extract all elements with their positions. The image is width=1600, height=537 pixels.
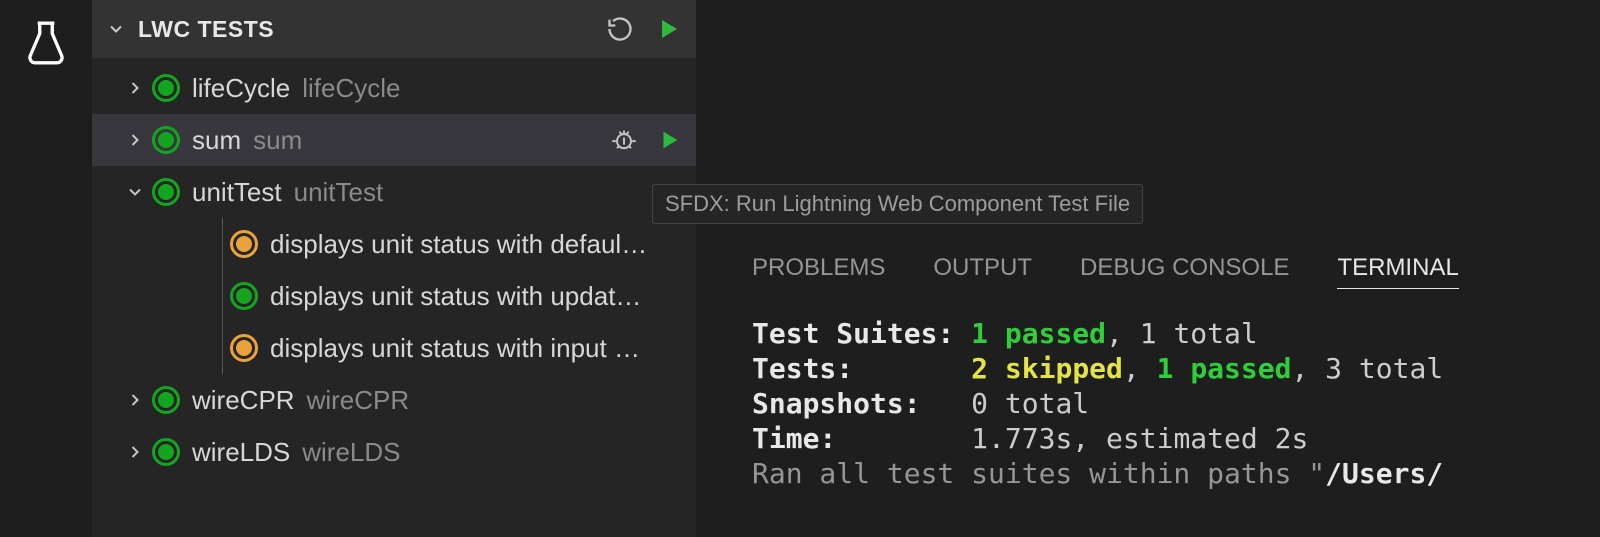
test-sublabel: sum bbox=[253, 125, 302, 156]
status-green-icon bbox=[152, 126, 180, 154]
refresh-icon[interactable] bbox=[606, 15, 634, 43]
test-sublabel: wireCPR bbox=[307, 385, 410, 416]
terminal-output[interactable]: Test Suites: 1 passed, 1 total Tests: 2 … bbox=[696, 296, 1600, 499]
test-item[interactable]: lifeCycle lifeCycle bbox=[92, 62, 696, 114]
test-item[interactable]: displays unit status with updat… bbox=[92, 270, 696, 322]
status-green-icon bbox=[152, 178, 180, 206]
run-test-icon[interactable] bbox=[658, 129, 680, 151]
panel-tab-terminal[interactable]: TERMINAL bbox=[1337, 254, 1458, 289]
test-label: sum bbox=[192, 125, 241, 156]
chevron-right-icon[interactable] bbox=[120, 130, 150, 150]
chevron-right-icon[interactable] bbox=[120, 78, 150, 98]
activity-bar bbox=[0, 0, 92, 537]
panel-tabs: PROBLEMS OUTPUT DEBUG CONSOLE TERMINAL bbox=[696, 246, 1600, 296]
editor-panel-area: SFDX: Run Lightning Web Component Test F… bbox=[696, 0, 1600, 537]
run-all-icon[interactable] bbox=[656, 17, 680, 41]
test-label: lifeCycle bbox=[192, 73, 290, 104]
chevron-right-icon[interactable] bbox=[120, 442, 150, 462]
test-label: wireCPR bbox=[192, 385, 295, 416]
test-label: unitTest bbox=[192, 177, 282, 208]
test-tree: lifeCyclelifeCyclesumsumunitTestunitTest… bbox=[92, 58, 696, 537]
debug-icon[interactable] bbox=[610, 126, 638, 154]
test-label: displays unit status with defaul… bbox=[270, 229, 647, 260]
tooltip: SFDX: Run Lightning Web Component Test F… bbox=[652, 184, 1143, 224]
test-item[interactable]: wireLDS wireLDS bbox=[92, 426, 696, 478]
chevron-right-icon[interactable] bbox=[120, 390, 150, 410]
panel-tab-debug-console[interactable]: DEBUG CONSOLE bbox=[1080, 254, 1289, 288]
test-sublabel: wireLDS bbox=[302, 437, 400, 468]
test-item[interactable]: displays unit status with defaul… bbox=[92, 218, 696, 270]
test-item[interactable]: unitTest unitTest bbox=[92, 166, 696, 218]
test-item[interactable]: wireCPR wireCPR bbox=[92, 374, 696, 426]
section-header[interactable]: LWC TESTS bbox=[92, 0, 696, 58]
section-title: LWC TESTS bbox=[138, 16, 274, 43]
status-green-icon bbox=[152, 74, 180, 102]
test-explorer-sidebar: LWC TESTS lifeCyclelifeCyclesumsumunitTe… bbox=[92, 0, 696, 537]
test-label: wireLDS bbox=[192, 437, 290, 468]
beaker-icon[interactable] bbox=[21, 18, 71, 68]
test-sublabel: lifeCycle bbox=[302, 73, 400, 104]
panel-tab-problems[interactable]: PROBLEMS bbox=[752, 254, 885, 288]
status-orange-icon bbox=[230, 334, 258, 362]
status-orange-icon bbox=[230, 230, 258, 258]
status-green-icon bbox=[152, 438, 180, 466]
test-label: displays unit status with input … bbox=[270, 333, 640, 364]
test-label: displays unit status with updat… bbox=[270, 281, 641, 312]
test-sublabel: unitTest bbox=[294, 177, 384, 208]
chevron-down-icon bbox=[102, 19, 130, 39]
test-item[interactable]: sumsum bbox=[92, 114, 696, 166]
status-green-icon bbox=[152, 386, 180, 414]
panel-tab-output[interactable]: OUTPUT bbox=[933, 254, 1032, 288]
chevron-down-icon[interactable] bbox=[120, 182, 150, 202]
status-green-icon bbox=[230, 282, 258, 310]
test-item[interactable]: displays unit status with input … bbox=[92, 322, 696, 374]
